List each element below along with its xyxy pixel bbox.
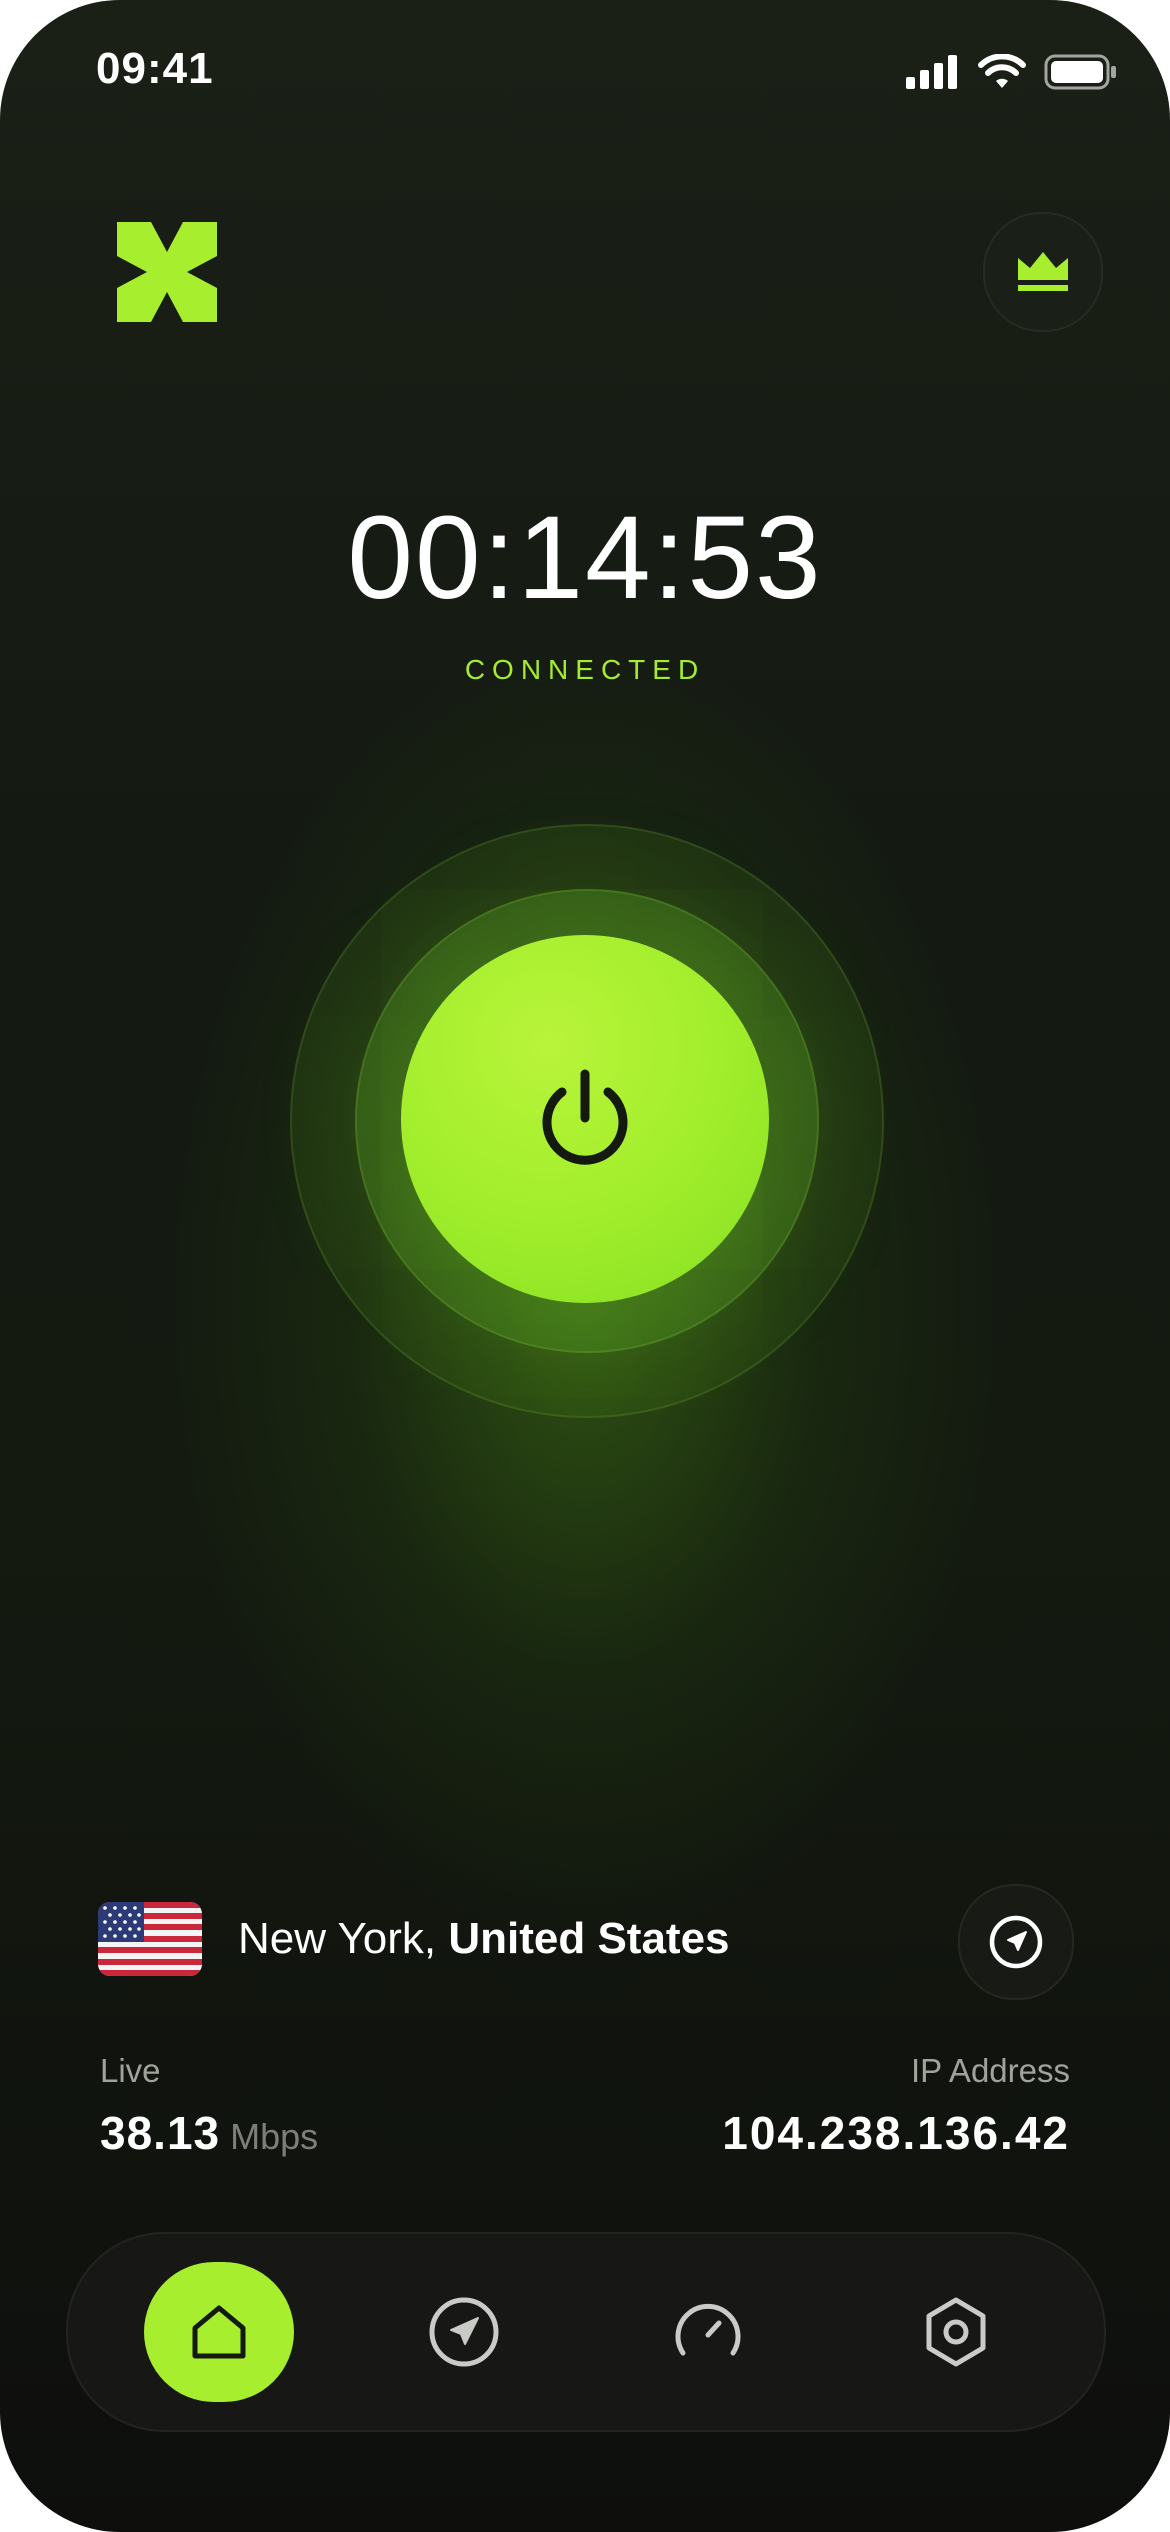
- location-city: New York,: [238, 1914, 449, 1963]
- status-icons: [906, 54, 1118, 90]
- live-speed-unit: Mbps: [230, 2116, 319, 2157]
- power-button[interactable]: [401, 935, 769, 1303]
- locate-button[interactable]: [958, 1884, 1074, 2000]
- connection-stats: Live 38.13 Mbps IP Address 104.238.136.42: [100, 2050, 1070, 2170]
- home-icon: [192, 2305, 246, 2359]
- navigation-arrow-icon: [429, 2297, 499, 2367]
- tab-settings[interactable]: [886, 2262, 1026, 2402]
- signal-icon: [906, 55, 957, 89]
- ip-address-value: 104.238.136.42: [722, 2107, 1070, 2159]
- x-logo-icon: [117, 222, 217, 322]
- premium-button[interactable]: [983, 212, 1103, 332]
- location-country: United States: [448, 1914, 730, 1963]
- battery-icon: [1044, 54, 1116, 90]
- wifi-icon: [978, 54, 1026, 88]
- connection-status: CONNECTED: [464, 654, 706, 685]
- app-screen: 09:41 00:14:53 CONNECTED New York, Unite…: [0, 0, 1170, 2532]
- live-speed-label: Live: [100, 2052, 161, 2089]
- navigation-arrow-icon: [989, 1915, 1043, 1969]
- bottom-tab-bar: [66, 2232, 1106, 2432]
- tab-home[interactable]: [144, 2262, 294, 2402]
- ip-address-label: IP Address: [911, 2052, 1070, 2089]
- live-speed-number: 38.13: [100, 2107, 221, 2159]
- location-label: New York, United States: [238, 1914, 730, 1964]
- connection-timer: 00:14:53: [347, 492, 823, 624]
- crown-icon: [1018, 252, 1068, 291]
- tab-locations[interactable]: [394, 2262, 534, 2402]
- power-icon: [542, 1069, 628, 1165]
- status-bar: 09:41: [0, 0, 1170, 150]
- status-time: 09:41: [96, 44, 214, 93]
- live-speed-value: 38.13 Mbps: [100, 2106, 318, 2160]
- location-selector[interactable]: New York, United States: [98, 1880, 1074, 2000]
- tab-speed[interactable]: [638, 2262, 778, 2402]
- us-flag-icon: [98, 1902, 202, 1976]
- speedometer-icon: [675, 2303, 741, 2356]
- hexagon-settings-icon: [926, 2297, 986, 2367]
